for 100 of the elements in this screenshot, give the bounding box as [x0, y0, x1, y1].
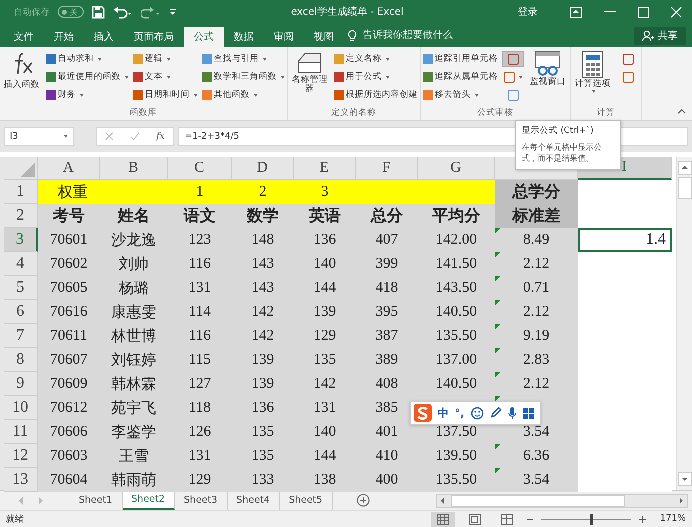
- table-cell: 143: [232, 252, 294, 276]
- table-cell: 139: [232, 348, 294, 372]
- table-cell: 144: [294, 276, 356, 300]
- table-cell: 3: [294, 180, 356, 204]
- table-cell: 70601: [38, 228, 100, 252]
- table-cell: 70606: [38, 420, 100, 444]
- table-cell: 140.50: [418, 372, 495, 396]
- group-label: 计算: [596, 107, 616, 120]
- window-title: excel学生成绩单 - Excel: [291, 6, 404, 19]
- table-cell: 总学分: [495, 180, 578, 204]
- table-cell: 总分: [356, 204, 418, 228]
- table-cell: 131: [168, 444, 232, 468]
- table-cell: 2: [232, 180, 294, 204]
- table-cell: 70616: [38, 300, 100, 324]
- table-cell: 118: [168, 396, 232, 420]
- table-cell: 70609: [38, 372, 100, 396]
- table-cell: 刘钰婷: [100, 348, 168, 372]
- table-cell: 148: [232, 228, 294, 252]
- table-cell: 3.54: [495, 468, 578, 492]
- table-cell: 127: [168, 372, 232, 396]
- table-cell: 70605: [38, 276, 100, 300]
- table-cell: 144: [294, 444, 356, 468]
- table-cell: 129: [294, 324, 356, 348]
- table-cell: 姓名: [100, 204, 168, 228]
- table-cell: 刘帅: [100, 252, 168, 276]
- table-cell: 林世博: [100, 324, 168, 348]
- table-cell: 395: [356, 300, 418, 324]
- table-cell: 418: [356, 276, 418, 300]
- table-cell: 2.12: [495, 300, 578, 324]
- table-cell: 140: [294, 252, 356, 276]
- table-cell: 6.36: [495, 444, 578, 468]
- table-cell: 143: [232, 276, 294, 300]
- table-cell: 131: [294, 396, 356, 420]
- table-cell: 王雪: [100, 444, 168, 468]
- table-cell: 英语: [294, 204, 356, 228]
- table-cell: 70603: [38, 444, 100, 468]
- tooltip-title: 显示公式 (Ctrl+`): [522, 125, 595, 137]
- table-cell: 139: [294, 300, 356, 324]
- table-cell: 135: [232, 420, 294, 444]
- table-cell: 408: [356, 372, 418, 396]
- table-cell: 平均分: [418, 204, 495, 228]
- table-cell: 韩雨萌: [100, 468, 168, 492]
- table-cell: 140: [294, 420, 356, 444]
- table-cell: 142: [232, 324, 294, 348]
- autosave-label: 自动保存: [14, 6, 50, 18]
- table-cell: 9.19: [495, 324, 578, 348]
- table-cell: 70604: [38, 468, 100, 492]
- table-cell: 116: [168, 252, 232, 276]
- table-cell: 138: [294, 468, 356, 492]
- table-cell: 123: [168, 228, 232, 252]
- table-cell: 142: [232, 300, 294, 324]
- table-cell: 康惠雯: [100, 300, 168, 324]
- table-cell: 苑宇飞: [100, 396, 168, 420]
- table-cell: 标准差: [495, 204, 578, 228]
- table-cell: 400: [356, 468, 418, 492]
- table-cell: 8.49: [495, 228, 578, 252]
- group-label: 公式审核: [476, 107, 514, 120]
- table-cell: 杨璐: [100, 276, 168, 300]
- table-cell: 126: [168, 420, 232, 444]
- table-cell: 70611: [38, 324, 100, 348]
- group-label: 定义的名称: [330, 107, 378, 120]
- table-cell: 沙龙逸: [100, 228, 168, 252]
- table-cell: 70612: [38, 396, 100, 420]
- table-cell: 115: [168, 348, 232, 372]
- table-cell: 2.12: [495, 372, 578, 396]
- table-cell: 410: [356, 444, 418, 468]
- table-cell: 136: [232, 396, 294, 420]
- table-cell: 399: [356, 252, 418, 276]
- table-cell: 139.50: [418, 444, 495, 468]
- table-cell: 2.12: [495, 252, 578, 276]
- table-cell: 语文: [168, 204, 232, 228]
- table-cell: 70602: [38, 252, 100, 276]
- table-cell: 1: [168, 180, 232, 204]
- table-cell: 权重: [38, 180, 100, 204]
- table-cell: 135: [294, 348, 356, 372]
- table-cell: 135.50: [418, 468, 495, 492]
- table-cell: 387: [356, 324, 418, 348]
- table-cell: 135: [232, 444, 294, 468]
- table-cell: 116: [168, 324, 232, 348]
- table-cell: 140.50: [418, 300, 495, 324]
- table-cell: 136: [294, 228, 356, 252]
- table-cell: 389: [356, 348, 418, 372]
- table-cell: 70607: [38, 348, 100, 372]
- table-cell: 考号: [38, 204, 100, 228]
- table-cell: 韩林霖: [100, 372, 168, 396]
- table-cell: 129: [168, 468, 232, 492]
- table-cell: 数学: [232, 204, 294, 228]
- table-cell: 135.50: [418, 324, 495, 348]
- table-cell: 李鉴学: [100, 420, 168, 444]
- table-cell: 114: [168, 300, 232, 324]
- table-cell: 133: [232, 468, 294, 492]
- table-cell: 2.83: [495, 348, 578, 372]
- table-cell: 142.00: [418, 228, 495, 252]
- table-cell: 137.00: [418, 348, 495, 372]
- table-cell: 142: [294, 372, 356, 396]
- table-cell: 143.50: [418, 276, 495, 300]
- table-cell: 141.50: [418, 252, 495, 276]
- status-text: 就绪: [6, 514, 24, 526]
- table-cell: 1.4: [578, 228, 672, 252]
- table-cell: 0.71: [495, 276, 578, 300]
